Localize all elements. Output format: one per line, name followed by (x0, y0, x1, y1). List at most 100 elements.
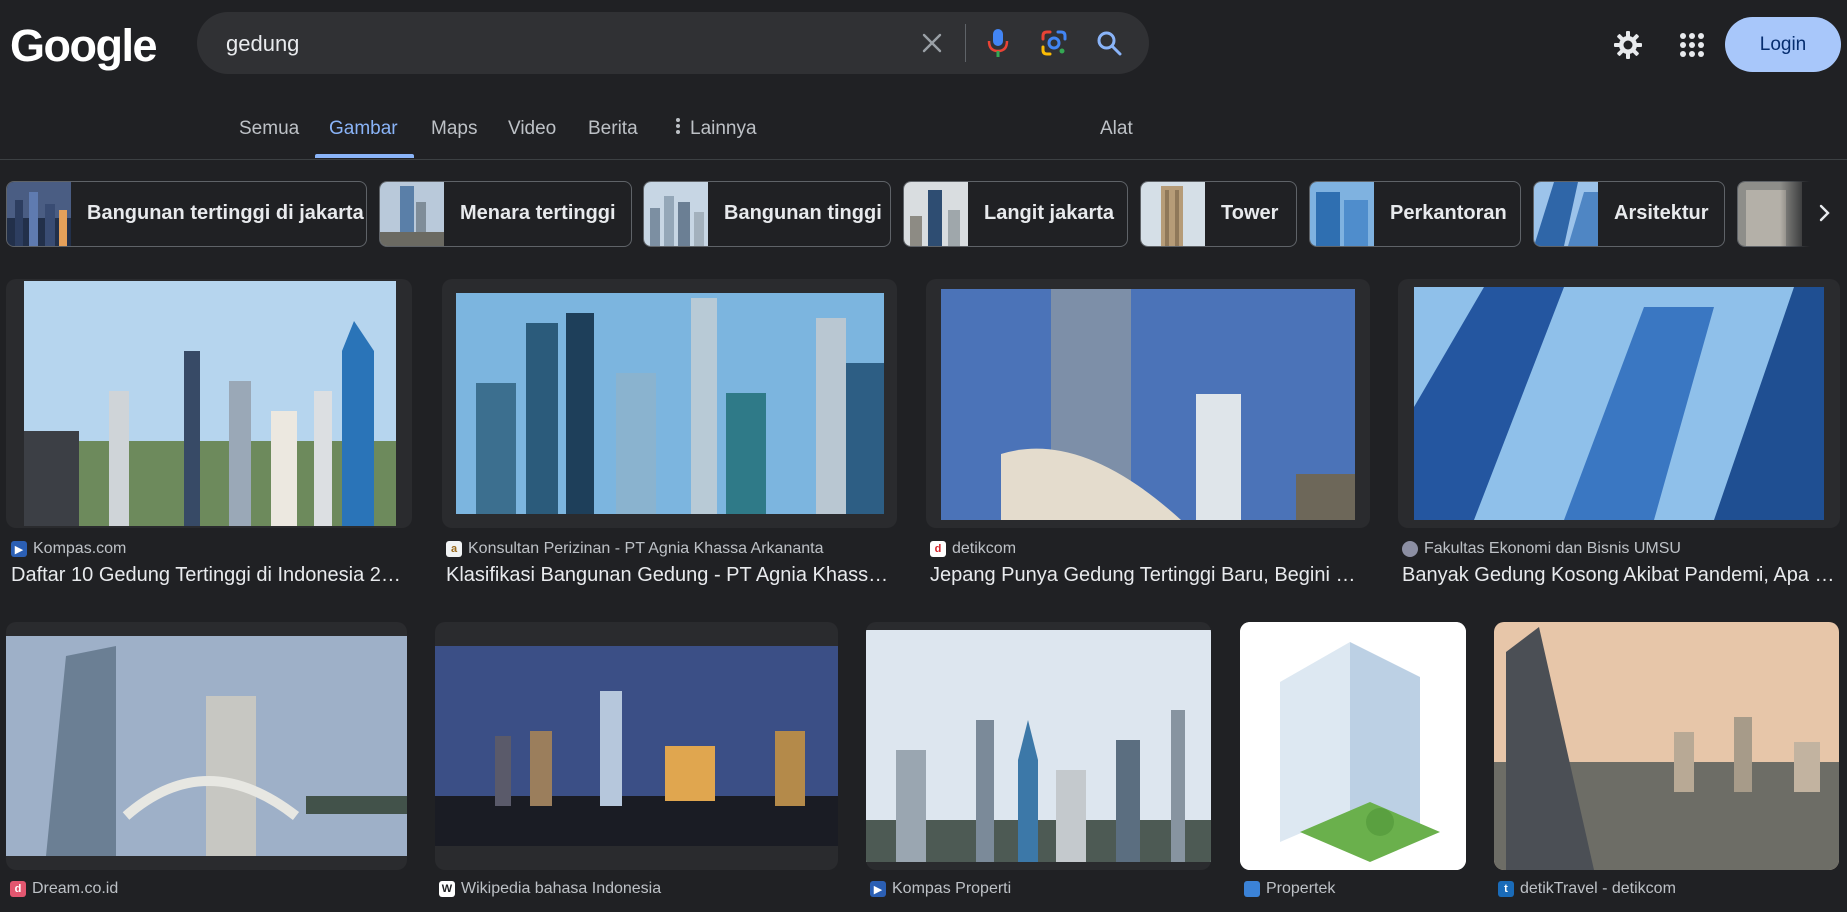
microphone-icon[interactable] (981, 26, 1015, 60)
tab-lainnya[interactable]: Lainnya (676, 118, 757, 140)
kompas-favicon-icon: ▶ (11, 541, 27, 557)
chip-thumbnail (380, 182, 444, 246)
result-source: Propertek (1244, 880, 1335, 898)
chip-thumbnail (7, 182, 71, 246)
tab-maps[interactable]: Maps (431, 118, 477, 140)
result-source: Fakultas Ekonomi dan Bisnis UMSU (1402, 540, 1681, 558)
result-title: Jepang Punya Gedung Tertinggi Baru, Begi… (930, 564, 1356, 586)
tabs-divider (0, 159, 1847, 160)
result-source-label: Wikipedia bahasa Indonesia (461, 880, 662, 897)
image-result-3[interactable]: d detikcom Jepang Punya Gedung Tertinggi… (926, 279, 1370, 589)
result-source: ▶ Kompas Properti (870, 880, 1011, 898)
result-title: Klasifikasi Bangunan Gedung - PT Agnia K… (446, 564, 889, 586)
chip-label: Tower (1221, 202, 1279, 224)
result-source-label: detikcom (952, 540, 1017, 557)
tab-semua[interactable]: Semua (239, 118, 299, 140)
detiktravel-favicon-icon: t (1498, 881, 1514, 897)
result-source-label: Konsultan Perizinan - PT Agnia Khassa Ar… (468, 540, 824, 557)
image-result-2[interactable]: a Konsultan Perizinan - PT Agnia Khassa … (442, 279, 897, 589)
agnia-favicon-icon: a (446, 541, 462, 557)
image-result-1[interactable]: ▶ Kompas.com Daftar 10 Gedung Tertinggi … (6, 279, 412, 589)
login-button[interactable]: Login (1725, 17, 1841, 72)
chip-langit-jakarta[interactable]: Langit jakarta (903, 181, 1128, 247)
image-frame (926, 279, 1370, 528)
image-result-5[interactable]: d Dream.co.id (6, 622, 407, 912)
image-frame (1398, 279, 1840, 528)
chip-thumbnail (1141, 182, 1205, 246)
result-source-label: detikTravel - detikcom (1520, 880, 1676, 897)
result-image (941, 289, 1355, 520)
result-title: Banyak Gedung Kosong Akibat Pandemi, Apa… (1402, 564, 1835, 586)
result-source-label: Propertek (1266, 880, 1336, 897)
result-image (456, 293, 884, 514)
search-tabs: Semua Gambar Maps Video Berita Lainnya A… (0, 110, 1847, 160)
result-source: a Konsultan Perizinan - PT Agnia Khassa … (446, 540, 823, 558)
kompas-properti-favicon-icon: ▶ (870, 881, 886, 897)
search-bar[interactable]: gedung (197, 12, 1149, 74)
tools-button[interactable]: Alat (1100, 118, 1133, 140)
tab-berita[interactable]: Berita (588, 118, 638, 140)
clear-icon[interactable] (915, 26, 949, 60)
result-image (435, 646, 838, 846)
chip-label: Langit jakarta (984, 202, 1115, 224)
apps-grid-icon[interactable] (1673, 26, 1711, 64)
result-source-label: Kompas Properti (892, 880, 1012, 897)
chevron-right-icon[interactable] (1810, 199, 1838, 227)
image-result-8[interactable]: Propertek (1240, 622, 1466, 912)
chip-thumbnail (644, 182, 708, 246)
chip-label: Arsitektur (1614, 202, 1709, 224)
result-source-label: Dream.co.id (32, 880, 119, 897)
image-frame (1240, 622, 1466, 870)
result-source: ▶ Kompas.com (11, 540, 126, 558)
result-source-label: Fakultas Ekonomi dan Bisnis UMSU (1424, 540, 1681, 557)
result-image (1414, 287, 1824, 520)
chip-perkantoran[interactable]: Perkantoran (1309, 181, 1521, 247)
more-vert-icon (676, 118, 680, 140)
chip-label: Bangunan tertinggi di jakarta (87, 202, 364, 224)
image-result-4[interactable]: Fakultas Ekonomi dan Bisnis UMSU Banyak … (1398, 279, 1840, 589)
chip-label: Bangunan tinggi (724, 202, 882, 224)
gear-icon[interactable] (1609, 26, 1647, 64)
image-result-6[interactable]: W Wikipedia bahasa Indonesia (435, 622, 838, 912)
image-frame (435, 622, 838, 870)
result-image (1240, 622, 1466, 870)
tab-gambar[interactable]: Gambar (329, 118, 398, 140)
result-image (24, 281, 396, 526)
chip-menara-tertinggi[interactable]: Menara tertinggi (379, 181, 632, 247)
chip-bangunan-tertinggi-di-jakarta[interactable]: Bangunan tertinggi di jakarta (6, 181, 367, 247)
search-input[interactable]: gedung (226, 31, 299, 57)
google-lens-icon[interactable] (1037, 26, 1071, 60)
active-tab-indicator (315, 154, 414, 158)
tab-lainnya-label: Lainnya (690, 118, 757, 139)
dream-favicon-icon: d (10, 881, 26, 897)
detik-favicon-icon: d (930, 541, 946, 557)
result-source: d Dream.co.id (10, 880, 118, 898)
google-logo[interactable]: Google (10, 20, 158, 72)
image-frame (6, 279, 412, 528)
chip-arsitektur[interactable]: Arsitektur (1533, 181, 1725, 247)
search-icon[interactable] (1092, 26, 1126, 60)
result-image (6, 636, 407, 856)
chip-tower[interactable]: Tower (1140, 181, 1297, 247)
result-title: Daftar 10 Gedung Tertinggi di Indonesia … (11, 564, 401, 586)
result-source-label: Kompas.com (33, 540, 127, 557)
chip-thumbnail (904, 182, 968, 246)
chip-thumbnail (1534, 182, 1598, 246)
propertek-favicon-icon (1244, 881, 1260, 897)
image-result-9[interactable]: t detikTravel - detikcom (1494, 622, 1839, 912)
umsu-favicon-icon (1402, 541, 1418, 557)
chip-bangunan-tinggi[interactable]: Bangunan tinggi (643, 181, 891, 247)
result-image (866, 630, 1211, 862)
result-source: W Wikipedia bahasa Indonesia (439, 880, 661, 898)
result-image (1494, 622, 1839, 870)
chip-label: Menara tertinggi (460, 202, 616, 224)
wikipedia-favicon-icon: W (439, 881, 455, 897)
image-frame (1494, 622, 1839, 870)
result-source: t detikTravel - detikcom (1498, 880, 1676, 898)
result-source: d detikcom (930, 540, 1016, 558)
image-result-7[interactable]: ▶ Kompas Properti (866, 622, 1211, 912)
tab-video[interactable]: Video (508, 118, 556, 140)
search-divider (965, 24, 966, 62)
image-frame (6, 622, 407, 870)
chip-label: Perkantoran (1390, 202, 1507, 224)
